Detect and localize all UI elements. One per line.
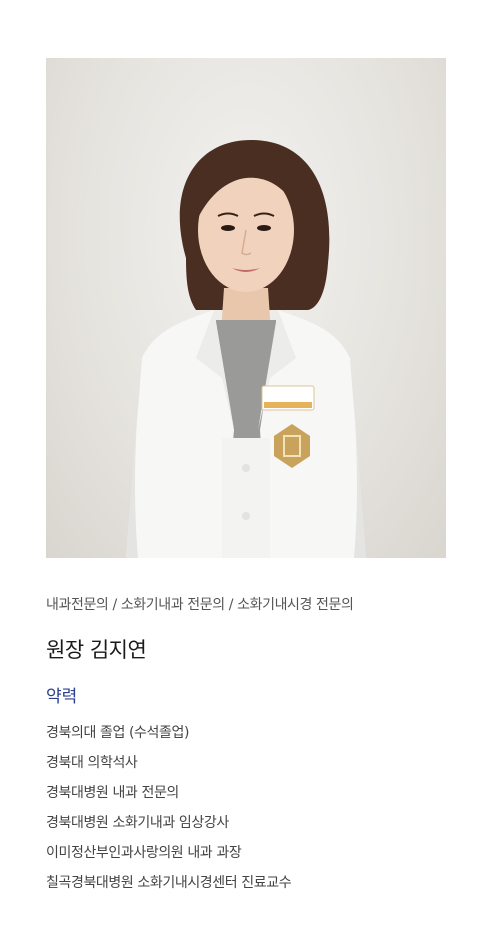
- career-heading: 약력: [46, 687, 78, 707]
- career-item: 경북의대 졸업 (수석졸업): [46, 725, 190, 741]
- career-item: 경북대 의학석사: [46, 755, 138, 771]
- career-item: 경북대병원 소화기내과 임상강사: [46, 815, 229, 831]
- career-item: 이미정산부인과사랑의원 내과 과장: [46, 845, 242, 861]
- doctor-photo: [46, 58, 446, 558]
- career-item: 칠곡경북대병원 소화기내시경센터 진료교수: [46, 875, 292, 891]
- doctor-name: 원장 김지연: [46, 638, 147, 662]
- career-item: 경북대병원 내과 전문의: [46, 785, 179, 801]
- doctor-profile: 내과전문의 / 소화기내과 전문의 / 소화기내시경 전문의 원장 김지연 약력…: [0, 0, 500, 930]
- career-list: 경북의대 졸업 (수석졸업) 경북대 의학석사 경북대병원 내과 전문의 경북대…: [46, 718, 292, 898]
- specialty-text: 내과전문의 / 소화기내과 전문의 / 소화기내시경 전문의: [46, 597, 354, 613]
